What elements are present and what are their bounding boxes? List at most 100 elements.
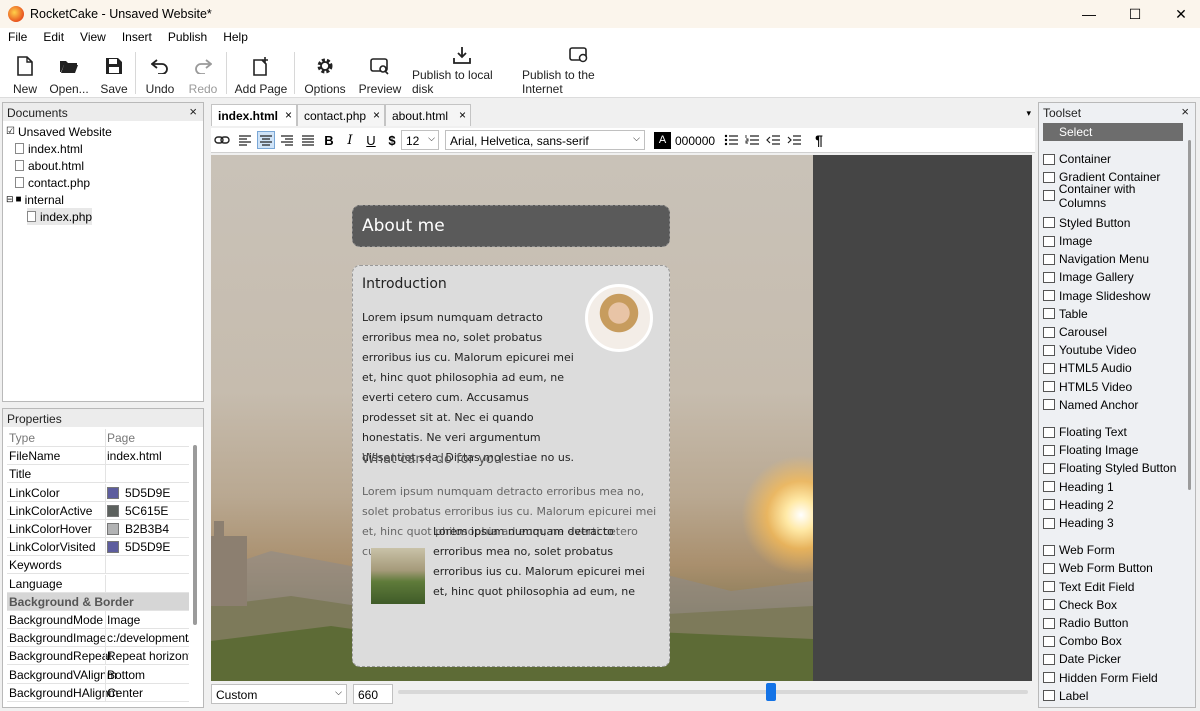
tool-heading-2[interactable]: Heading 2 bbox=[1043, 496, 1183, 514]
menu-file[interactable]: File bbox=[0, 30, 35, 44]
tool-check-box[interactable]: Check Box bbox=[1043, 596, 1183, 614]
tool-container[interactable]: Container bbox=[1043, 150, 1183, 168]
tool-image[interactable]: Image bbox=[1043, 232, 1183, 250]
tool-container-with-columns[interactable]: Container with Columns bbox=[1043, 182, 1183, 210]
minimize-button[interactable]: — bbox=[1066, 0, 1112, 28]
tab-contact-php[interactable]: contact.php × bbox=[297, 104, 385, 126]
text-color-swatch[interactable]: A bbox=[654, 132, 671, 149]
tab-close-icon[interactable]: × bbox=[459, 108, 466, 122]
tree-item-contact-php[interactable]: contact.php bbox=[15, 174, 90, 191]
tool-select[interactable]: Select bbox=[1043, 123, 1183, 141]
tool-floating-image[interactable]: Floating Image bbox=[1043, 441, 1183, 459]
publish-internet-button[interactable]: Publish to the Internet bbox=[522, 47, 636, 96]
tab-about-html[interactable]: about.html × bbox=[385, 104, 471, 126]
color-swatch[interactable] bbox=[107, 541, 119, 554]
documents-close-button[interactable]: × bbox=[189, 104, 197, 119]
property-row[interactable]: Keywords bbox=[7, 556, 189, 575]
tab-index-html[interactable]: index.html × bbox=[211, 104, 297, 126]
toolset-close-button[interactable]: × bbox=[1181, 104, 1189, 119]
align-center-icon[interactable] bbox=[257, 131, 275, 149]
color-swatch[interactable] bbox=[107, 504, 119, 517]
about-me-header[interactable]: About me bbox=[352, 205, 670, 247]
width-slider-handle[interactable] bbox=[766, 683, 776, 701]
menu-view[interactable]: View bbox=[72, 30, 114, 44]
bold-icon[interactable]: B bbox=[320, 131, 338, 149]
font-size-select[interactable]: 12 ⌵ bbox=[401, 130, 439, 150]
tool-html5-video[interactable]: HTML5 Video bbox=[1043, 378, 1183, 396]
menu-publish[interactable]: Publish bbox=[160, 30, 215, 44]
tree-item-about-html[interactable]: about.html bbox=[15, 157, 84, 174]
align-right-icon[interactable] bbox=[278, 131, 296, 149]
property-row[interactable]: LinkColorActive 5C615E bbox=[7, 501, 189, 520]
property-row[interactable]: Background & Border bbox=[7, 592, 189, 611]
new-button[interactable]: New bbox=[8, 50, 42, 96]
tree-item-internal-index-php[interactable]: index.php bbox=[27, 208, 93, 225]
property-value[interactable]: B2B3B4 bbox=[107, 522, 189, 536]
property-value[interactable]: Repeat horizonta bbox=[107, 649, 189, 663]
tree-root-website[interactable]: ☑ Unsaved Website bbox=[6, 123, 112, 140]
tabs-menu-icon[interactable]: ▾ bbox=[1026, 108, 1031, 119]
toolset-scrollbar[interactable] bbox=[1188, 140, 1191, 490]
property-row[interactable]: LinkColorVisited 5D5D9E bbox=[7, 538, 189, 557]
property-value[interactable]: Center bbox=[107, 686, 189, 700]
tab-close-icon[interactable]: × bbox=[285, 108, 292, 122]
tool-web-form-button[interactable]: Web Form Button bbox=[1043, 559, 1183, 577]
tool-date-picker[interactable]: Date Picker bbox=[1043, 650, 1183, 668]
property-row[interactable]: BackgroundHAlignm Center bbox=[7, 683, 189, 702]
property-row[interactable]: BackgroundMode Image bbox=[7, 611, 189, 629]
underline-icon[interactable]: U bbox=[362, 131, 380, 149]
tool-carousel[interactable]: Carousel bbox=[1043, 323, 1183, 341]
tool-youtube-video[interactable]: Youtube Video bbox=[1043, 341, 1183, 359]
options-button[interactable]: Options bbox=[302, 50, 348, 96]
menu-edit[interactable]: Edit bbox=[35, 30, 72, 44]
indent-icon[interactable] bbox=[785, 131, 803, 149]
width-slider-track[interactable] bbox=[398, 690, 1028, 694]
bullet-list-icon[interactable] bbox=[722, 131, 740, 149]
color-swatch[interactable] bbox=[107, 523, 119, 535]
tree-folder-internal[interactable]: ⊟ ■ internal bbox=[6, 191, 64, 208]
align-justify-icon[interactable] bbox=[299, 131, 317, 149]
property-row[interactable]: BackgroundVAlignm Bottom bbox=[7, 665, 189, 684]
tool-combo-box[interactable]: Combo Box bbox=[1043, 632, 1183, 650]
property-value[interactable]: index.html bbox=[107, 449, 189, 463]
property-row[interactable]: BackgroundRepeatRepeat horizonta bbox=[7, 647, 189, 666]
tool-navigation-menu[interactable]: Navigation Menu bbox=[1043, 250, 1183, 268]
tool-label[interactable]: Label bbox=[1043, 687, 1183, 705]
design-canvas[interactable]: About me Introduction Lorem ipsum numqua… bbox=[211, 155, 813, 681]
property-row[interactable]: BackgroundImage c:/development/ bbox=[7, 629, 189, 648]
menu-insert[interactable]: Insert bbox=[114, 30, 160, 44]
open-button[interactable]: Open... bbox=[48, 50, 90, 96]
tool-image-gallery[interactable]: Image Gallery bbox=[1043, 268, 1183, 286]
tool-floating-text[interactable]: Floating Text bbox=[1043, 423, 1183, 441]
tool-text-edit-field[interactable]: Text Edit Field bbox=[1043, 578, 1183, 596]
tool-radio-button[interactable]: Radio Button bbox=[1043, 614, 1183, 632]
property-value[interactable]: Page bbox=[107, 431, 189, 445]
redo-button[interactable]: Redo bbox=[186, 50, 220, 96]
font-family-select[interactable]: Arial, Helvetica, sans-serif ⌵ bbox=[445, 130, 645, 150]
tab-close-icon[interactable]: × bbox=[373, 108, 380, 122]
tool-html5-audio[interactable]: HTML5 Audio bbox=[1043, 359, 1183, 377]
undo-button[interactable]: Undo bbox=[143, 50, 177, 96]
property-row[interactable]: FileName index.html bbox=[7, 447, 189, 466]
property-row[interactable]: Type Page bbox=[7, 429, 189, 447]
property-value[interactable]: Bottom bbox=[107, 668, 189, 682]
collapse-toggle-icon[interactable]: ⊟ bbox=[6, 194, 14, 205]
add-page-button[interactable]: Add Page bbox=[234, 50, 288, 96]
publish-local-button[interactable]: Publish to local disk bbox=[412, 47, 512, 96]
page-width-field[interactable]: 660 bbox=[353, 684, 393, 704]
tool-heading-1[interactable]: Heading 1 bbox=[1043, 478, 1183, 496]
zoom-mode-select[interactable]: Custom ⌵ bbox=[211, 684, 347, 704]
tool-floating-styled-button[interactable]: Floating Styled Button bbox=[1043, 459, 1183, 477]
numbered-list-icon[interactable] bbox=[743, 131, 761, 149]
property-row[interactable]: LinkColorHover B2B3B4 bbox=[7, 520, 189, 538]
save-button[interactable]: Save bbox=[98, 50, 130, 96]
property-value[interactable]: 5D5D9E bbox=[107, 486, 189, 500]
tool-image-slideshow[interactable]: Image Slideshow bbox=[1043, 287, 1183, 305]
menu-help[interactable]: Help bbox=[215, 30, 256, 44]
preview-button[interactable]: Preview bbox=[358, 50, 402, 96]
properties-scrollbar[interactable] bbox=[193, 445, 197, 625]
profile-photo-image[interactable] bbox=[585, 284, 653, 352]
tool-named-anchor[interactable]: Named Anchor bbox=[1043, 396, 1183, 414]
italic-icon[interactable]: I bbox=[341, 131, 359, 149]
tool-heading-3[interactable]: Heading 3 bbox=[1043, 514, 1183, 532]
